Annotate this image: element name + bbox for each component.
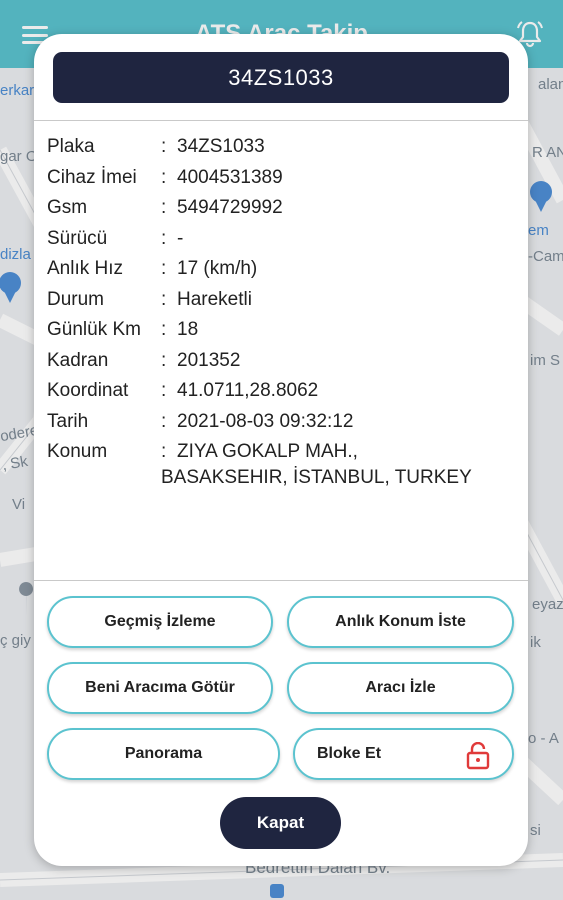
field-separator: : xyxy=(161,227,167,249)
field-value: - xyxy=(177,227,184,249)
field-label: Cihaz İmei xyxy=(47,166,137,188)
vehicle-info-list: Plaka : 34ZS1033 Cihaz İmei : 4004531389… xyxy=(47,132,517,490)
field-label: Plaka xyxy=(47,136,95,157)
field-value: 4004531389 xyxy=(177,166,283,188)
field-label: Tarih xyxy=(47,410,89,432)
field-separator: : xyxy=(161,166,167,188)
field-separator: : xyxy=(161,136,167,157)
field-separator: : xyxy=(161,441,167,462)
field-separator: : xyxy=(161,380,167,401)
field-separator: : xyxy=(161,288,167,310)
info-row-status: Durum : Hareketli xyxy=(47,285,517,316)
field-value: Hareketli xyxy=(177,288,252,310)
vehicle-detail-dialog: 34ZS1033 Plaka : 34ZS1033 Cihaz İmei : 4… xyxy=(34,34,528,866)
info-row-odometer: Kadran : 201352 xyxy=(47,346,517,377)
location-value-line2: BASAKSEHIR, İSTANBUL, TURKEY xyxy=(161,466,472,488)
field-value: 18 xyxy=(177,319,199,340)
field-separator: : xyxy=(161,349,167,371)
field-label: Anlık Hız xyxy=(47,258,124,279)
info-row-gsm: Gsm : 5494729992 xyxy=(47,193,517,224)
field-label: Koordinat xyxy=(47,380,129,401)
field-value: 5494729992 xyxy=(177,197,283,218)
info-row-driver: Sürücü : - xyxy=(47,224,517,255)
info-row-imei: Cihaz İmei : 4004531389 xyxy=(47,163,517,194)
divider xyxy=(34,120,528,121)
field-label: Sürücü xyxy=(47,227,108,249)
close-button[interactable]: Kapat xyxy=(220,797,341,849)
field-label: Kadran xyxy=(47,349,109,371)
info-row-date: Tarih : 2021-08-03 09:32:12 xyxy=(47,407,517,438)
field-value: 201352 xyxy=(177,349,241,371)
navigate-to-vehicle-button[interactable]: Beni Aracıma Götür xyxy=(47,662,273,714)
history-tracking-button[interactable]: Geçmiş İzleme xyxy=(47,596,273,648)
field-separator: : xyxy=(161,197,167,218)
field-value: 17 (km/h) xyxy=(177,258,258,279)
field-label: Gsm xyxy=(47,197,88,218)
field-value: 2021-08-03 09:32:12 xyxy=(177,410,354,432)
field-value: ZIYA GOKALP MAH., xyxy=(177,441,358,462)
field-label: Durum xyxy=(47,288,105,310)
field-separator: : xyxy=(161,410,167,432)
info-row-coordinate: Koordinat : 41.0711,28.8062 xyxy=(47,376,517,407)
request-location-button[interactable]: Anlık Konum İste xyxy=(287,596,514,648)
unlocked-padlock-icon xyxy=(466,742,490,770)
field-label: Günlük Km xyxy=(47,319,141,340)
info-row-plaka: Plaka : 34ZS1033 xyxy=(47,132,517,163)
field-value: 34ZS1033 xyxy=(177,136,265,157)
track-vehicle-button[interactable]: Aracı İzle xyxy=(287,662,514,714)
field-label: Konum xyxy=(47,441,108,462)
block-vehicle-button[interactable]: Bloke Et xyxy=(293,728,514,780)
field-separator: : xyxy=(161,258,167,279)
divider xyxy=(34,580,528,581)
info-row-speed: Anlık Hız : 17 (km/h) xyxy=(47,254,517,285)
info-row-daily-km: Günlük Km : 18 xyxy=(47,315,517,346)
field-value: 41.0711,28.8062 xyxy=(177,380,319,401)
block-button-label: Bloke Et xyxy=(317,745,382,762)
info-row-location: Konum : ZIYA GOKALP MAH., xyxy=(47,437,517,468)
field-separator: : xyxy=(161,319,167,340)
panorama-button[interactable]: Panorama xyxy=(47,728,280,780)
plate-header: 34ZS1033 xyxy=(53,52,509,103)
